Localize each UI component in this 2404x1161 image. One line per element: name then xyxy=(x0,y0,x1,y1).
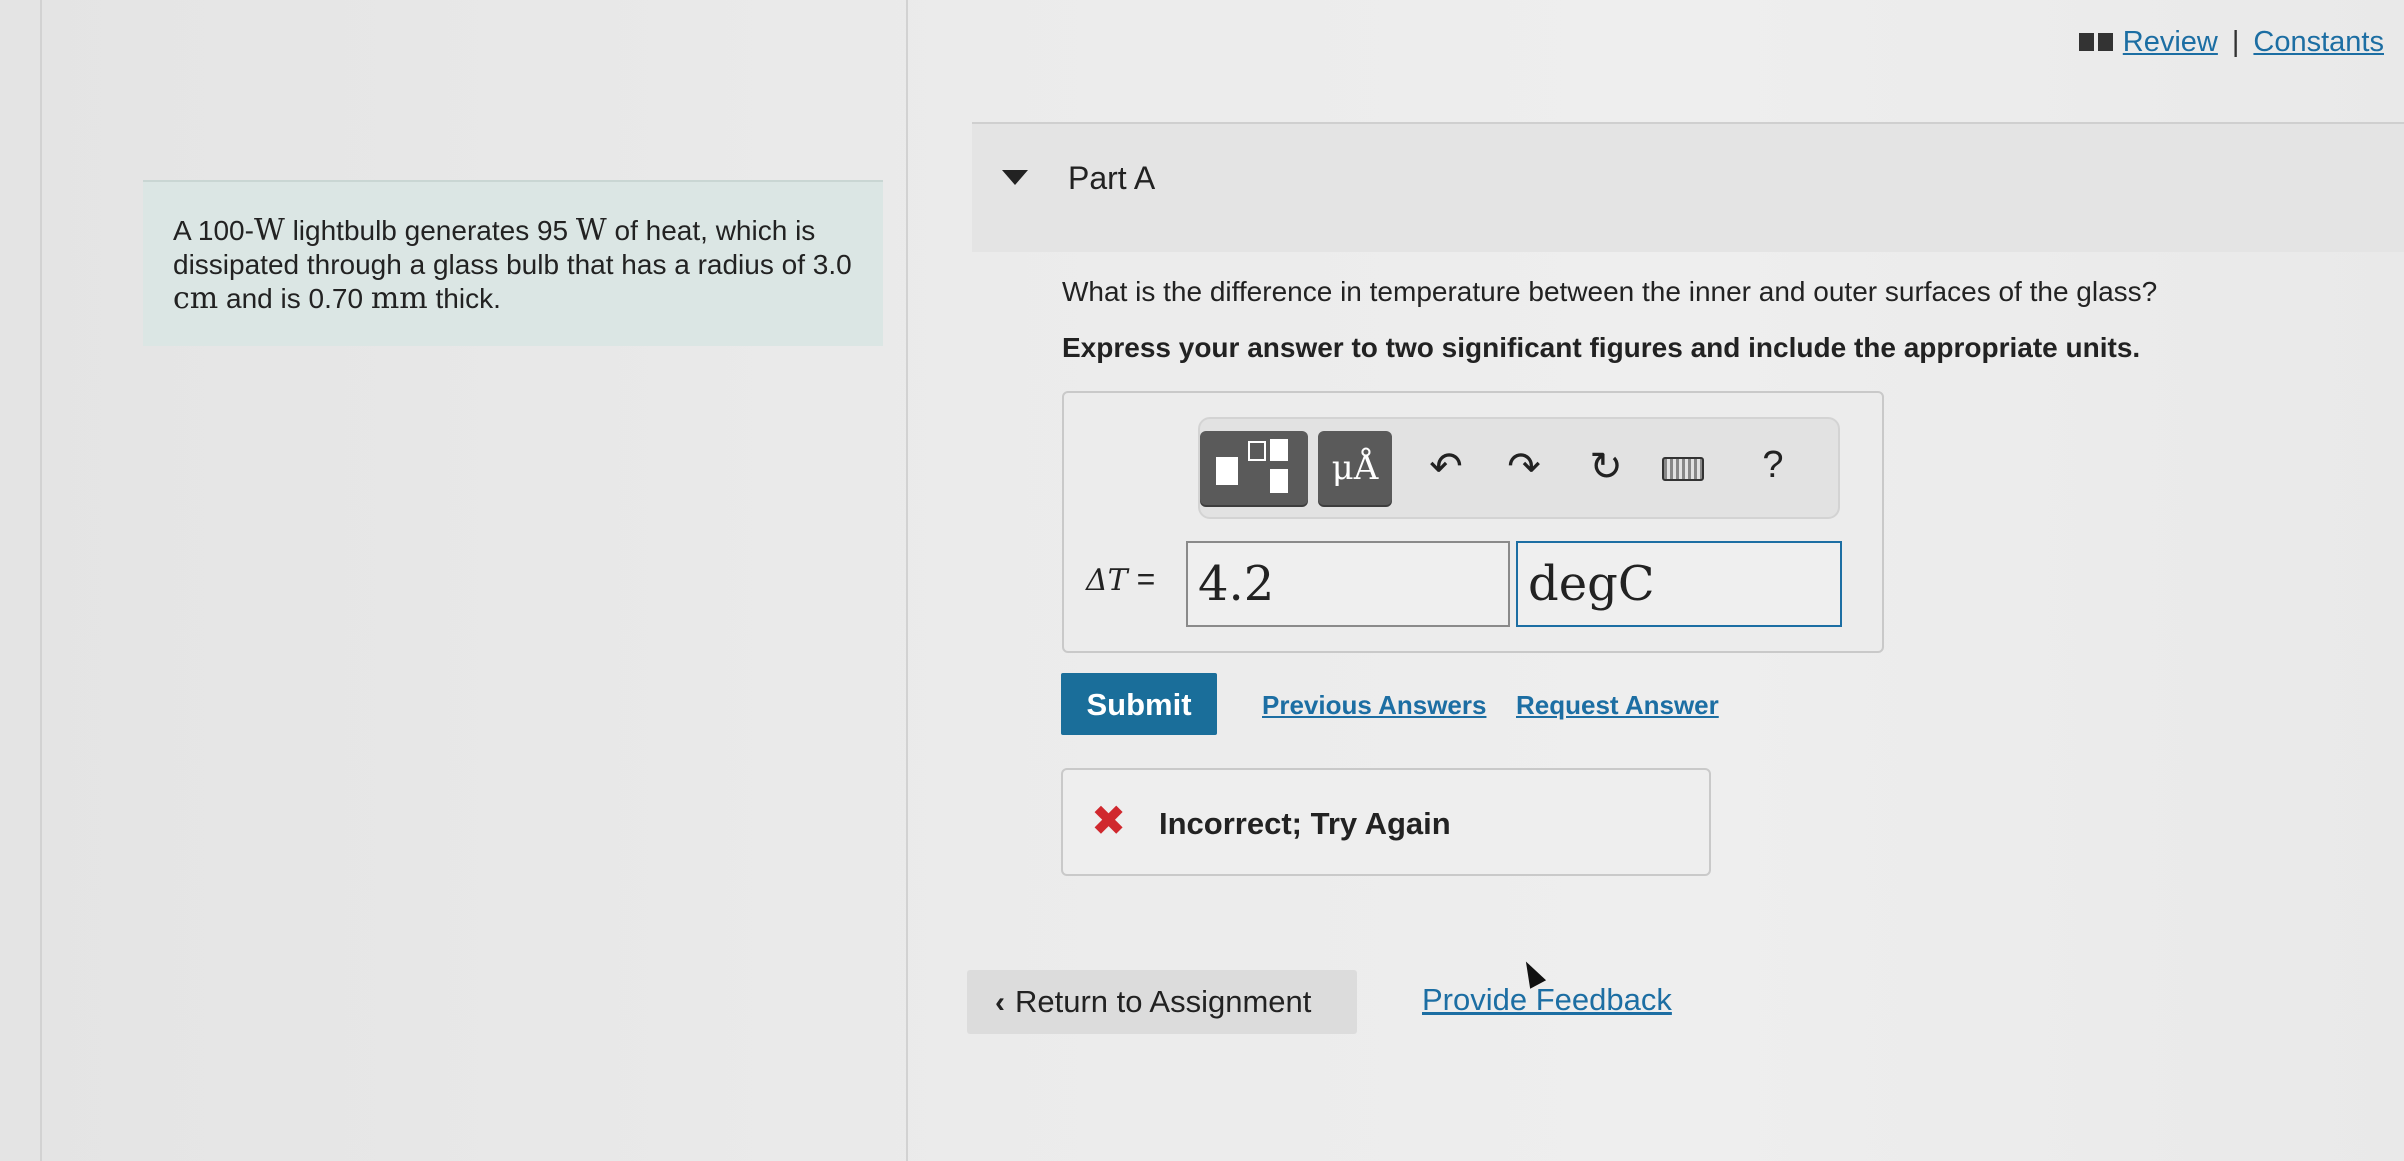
problem-statement: A 100-W lightbulb generates 95 W of heat… xyxy=(143,180,883,346)
constants-link[interactable]: Constants xyxy=(2253,26,2384,59)
unit-mm: mm xyxy=(370,281,428,316)
instruction-text: Express your answer to two significant f… xyxy=(1062,332,2141,363)
help-icon[interactable]: ? xyxy=(1748,435,1798,495)
variable-label: ΔT = xyxy=(1086,561,1155,598)
problem-text-4: and is 0.70 xyxy=(218,283,371,314)
templates-icon-bottom xyxy=(1270,469,1288,493)
previous-answers-link[interactable]: Previous Answers xyxy=(1262,690,1486,721)
redo-icon[interactable]: ↷ xyxy=(1496,437,1552,497)
templates-icon xyxy=(1216,457,1238,485)
request-answer-link[interactable]: Request Answer xyxy=(1516,690,1719,721)
provide-feedback-link[interactable]: Provide Feedback xyxy=(1422,982,1672,1018)
feedback-box: ✖ Incorrect; Try Again xyxy=(1061,768,1711,876)
column-divider-line xyxy=(906,0,908,1161)
part-header[interactable]: Part A xyxy=(972,122,2404,252)
incorrect-x-icon: ✖ xyxy=(1091,797,1127,844)
unit-cm: cm xyxy=(173,281,219,316)
answer-box: μÅ ↶ ↷ ↻ ? ΔT = 4.2 degC xyxy=(1062,391,1884,653)
review-link[interactable]: Review xyxy=(2123,26,2218,59)
book-icon xyxy=(2078,33,2113,51)
return-label: Return to Assignment xyxy=(1015,984,1312,1019)
return-to-assignment-button[interactable]: ‹ Return to Assignment xyxy=(967,970,1357,1034)
templates-icon-top xyxy=(1270,439,1288,461)
link-separator: | xyxy=(2231,25,2240,58)
unit-watt-2: W xyxy=(575,213,607,248)
math-toolbar: μÅ ↶ ↷ ↻ ? xyxy=(1198,417,1840,519)
units-button[interactable]: μÅ xyxy=(1318,431,1392,505)
equals-sign: = xyxy=(1127,561,1156,597)
reset-icon[interactable]: ↻ xyxy=(1578,437,1634,497)
left-margin-line xyxy=(40,0,42,1161)
keyboard-icon[interactable] xyxy=(1662,457,1704,481)
question-text: What is the difference in temperature be… xyxy=(1062,276,2158,307)
collapse-caret-icon[interactable] xyxy=(1002,170,1028,185)
chevron-left-icon: ‹ xyxy=(995,986,1005,1019)
templates-button[interactable] xyxy=(1200,431,1308,505)
units-input[interactable]: degC xyxy=(1516,541,1842,627)
problem-text-1: A 100- xyxy=(173,215,254,246)
submit-button[interactable]: Submit xyxy=(1061,673,1217,735)
unit-watt: W xyxy=(253,213,285,248)
top-links: Review | Constants xyxy=(2078,22,2384,62)
variable-symbol: ΔT xyxy=(1086,563,1128,598)
feedback-message: Incorrect; Try Again xyxy=(1159,806,1451,841)
undo-icon[interactable]: ↶ xyxy=(1418,437,1474,497)
value-input[interactable]: 4.2 xyxy=(1186,541,1510,627)
templates-icon-box xyxy=(1248,441,1266,461)
problem-text-5: thick. xyxy=(427,283,501,314)
part-title: Part A xyxy=(1068,160,1156,196)
problem-text-2: lightbulb generates 95 xyxy=(284,215,576,246)
